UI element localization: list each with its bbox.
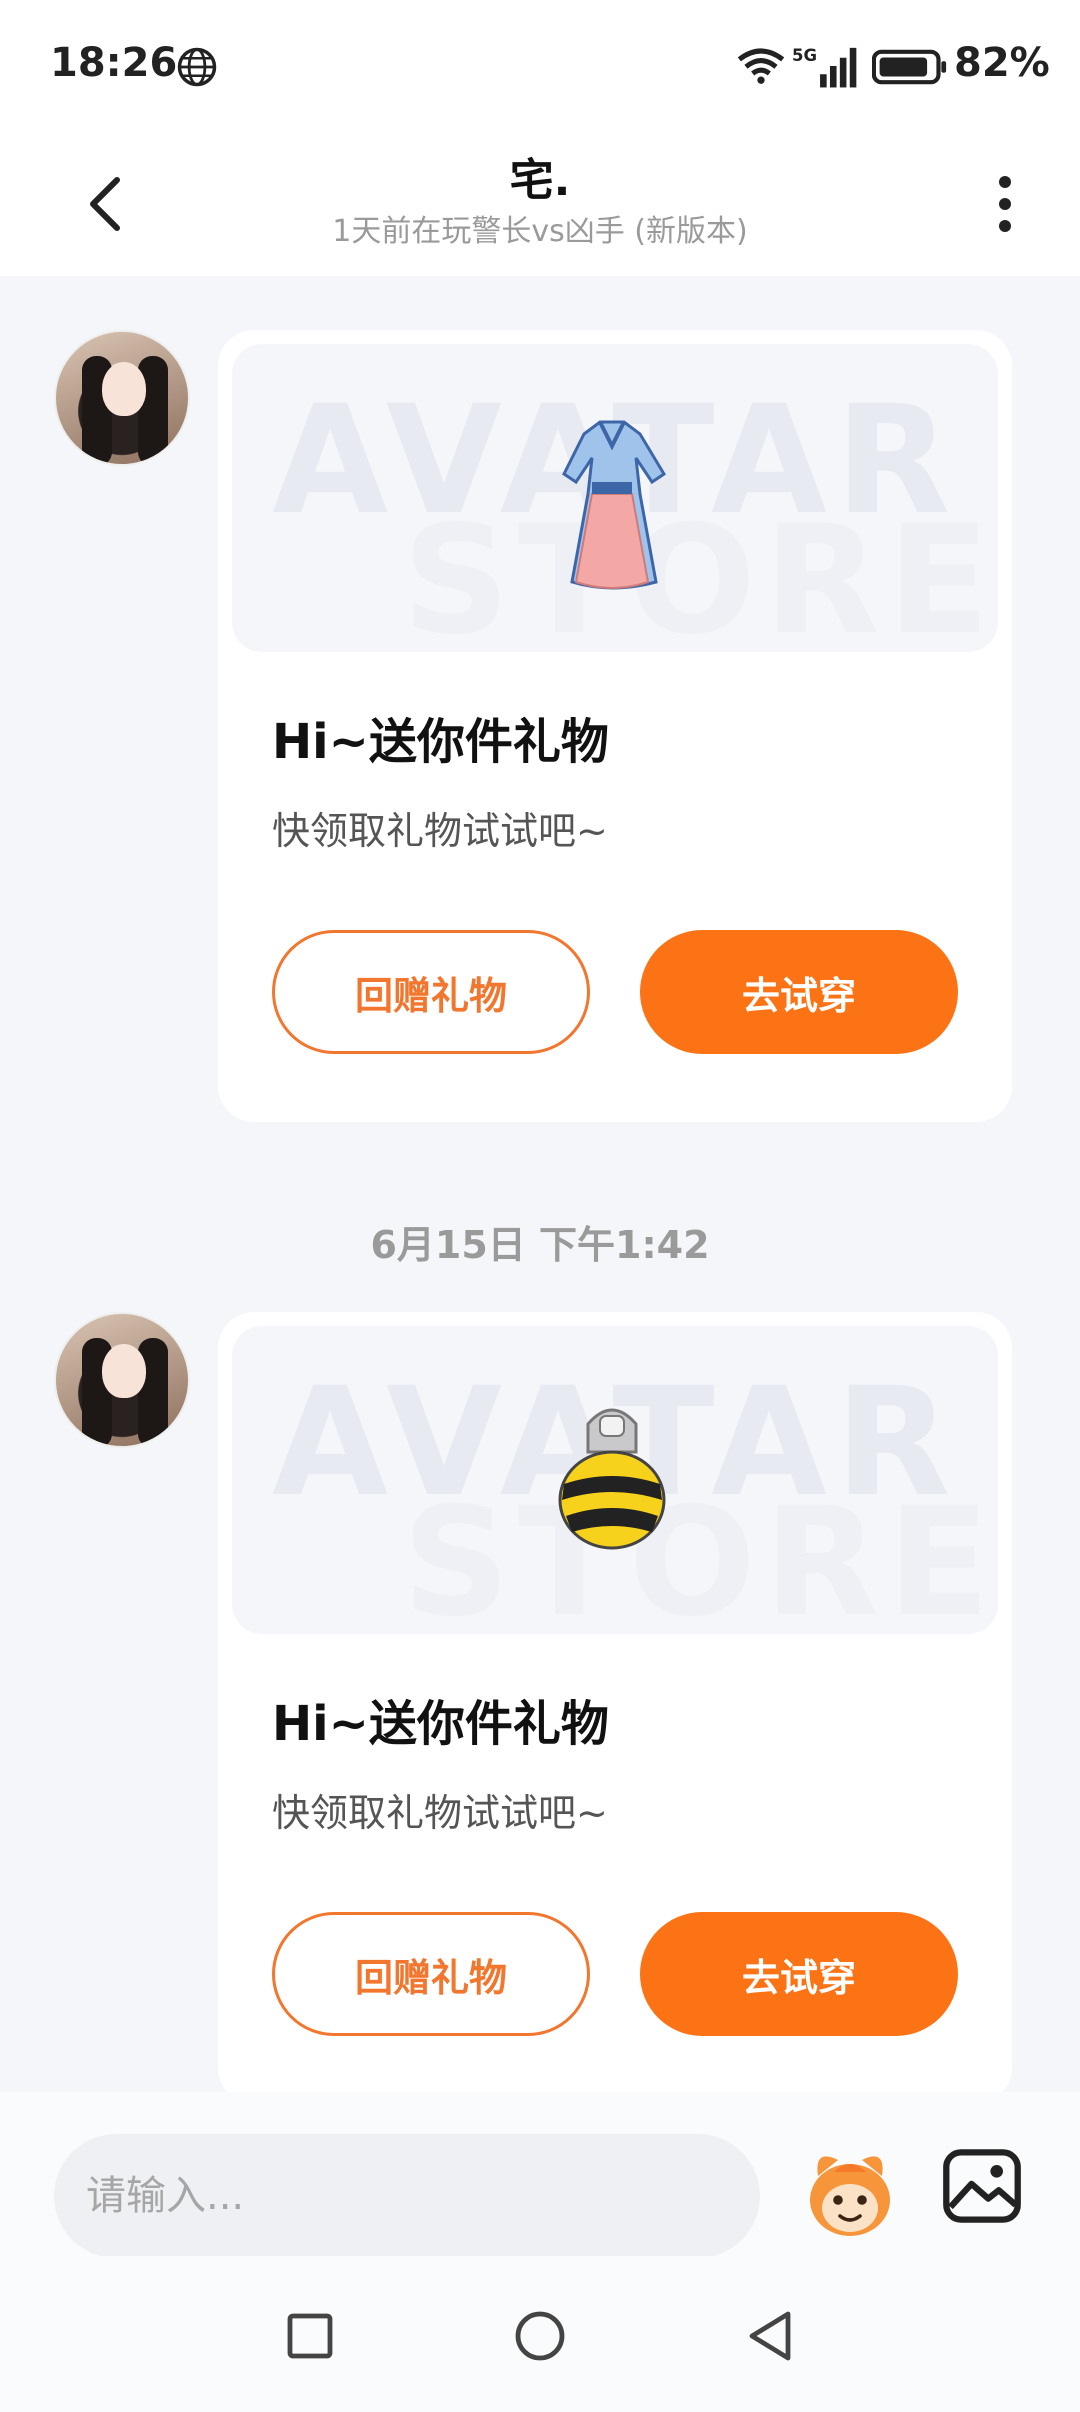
sender-avatar[interactable]	[54, 330, 190, 466]
gift-banner: AVATAR STORE	[232, 344, 998, 652]
status-bar: 18:26 5G 82%	[0, 0, 1080, 134]
banner-watermark: STORE	[402, 494, 998, 652]
more-button[interactable]	[985, 159, 1025, 249]
globe-icon	[177, 47, 217, 87]
recents-icon[interactable]	[280, 2306, 340, 2366]
svg-text:5G: 5G	[792, 46, 817, 65]
system-navigation-bar	[0, 2256, 1080, 2412]
try-on-button[interactable]: 去试穿	[640, 1912, 958, 2036]
hanfu-dress-icon	[562, 420, 667, 590]
sticker-icon[interactable]	[798, 2140, 902, 2244]
contact-name: 宅.	[509, 155, 571, 206]
gift-card: AVATAR STORE Hi~送你件礼物 快领取礼物试试吧~ 回赠礼物 去试穿	[218, 1312, 1012, 2092]
back-nav-icon[interactable]	[740, 2306, 800, 2366]
home-icon[interactable]	[510, 2306, 570, 2366]
battery-percent: 82%	[954, 40, 1050, 86]
chat-header: 宅. 1天前在玩警长vs凶手 (新版本)	[0, 134, 1080, 276]
try-on-button[interactable]: 去试穿	[640, 930, 958, 1054]
gift-title: Hi~送你件礼物	[272, 1696, 609, 1752]
message-input[interactable]	[54, 2134, 760, 2258]
signal-icon: 5G	[792, 46, 857, 88]
wifi-icon	[737, 48, 785, 84]
gift-description: 快领取礼物试试吧~	[272, 809, 608, 853]
gift-title: Hi~送你件礼物	[272, 714, 609, 770]
banner-watermark: STORE	[402, 1476, 998, 1634]
gift-banner: AVATAR STORE	[232, 1326, 998, 1634]
battery-icon	[872, 49, 947, 85]
sender-avatar[interactable]	[54, 1312, 190, 1448]
return-gift-button[interactable]: 回赠礼物	[272, 1912, 590, 2036]
bee-helmet-icon	[558, 1408, 666, 1550]
return-gift-button[interactable]: 回赠礼物	[272, 930, 590, 1054]
input-bar	[0, 2092, 1080, 2258]
contact-activity-status: 1天前在玩警长vs凶手 (新版本)	[332, 214, 748, 249]
image-icon[interactable]	[940, 2144, 1024, 2228]
status-time: 18:26	[50, 40, 178, 86]
message-timestamp: 6月15日 下午1:42	[370, 1223, 710, 1267]
gift-description: 快领取礼物试试吧~	[272, 1791, 608, 1835]
chat-message-list[interactable]: AVATAR STORE Hi~送你件礼物 快领取礼物试试吧~ 回赠礼物 去试穿…	[0, 276, 1080, 2092]
more-icon	[999, 176, 1011, 188]
gift-card: AVATAR STORE Hi~送你件礼物 快领取礼物试试吧~ 回赠礼物 去试穿	[218, 330, 1012, 1122]
